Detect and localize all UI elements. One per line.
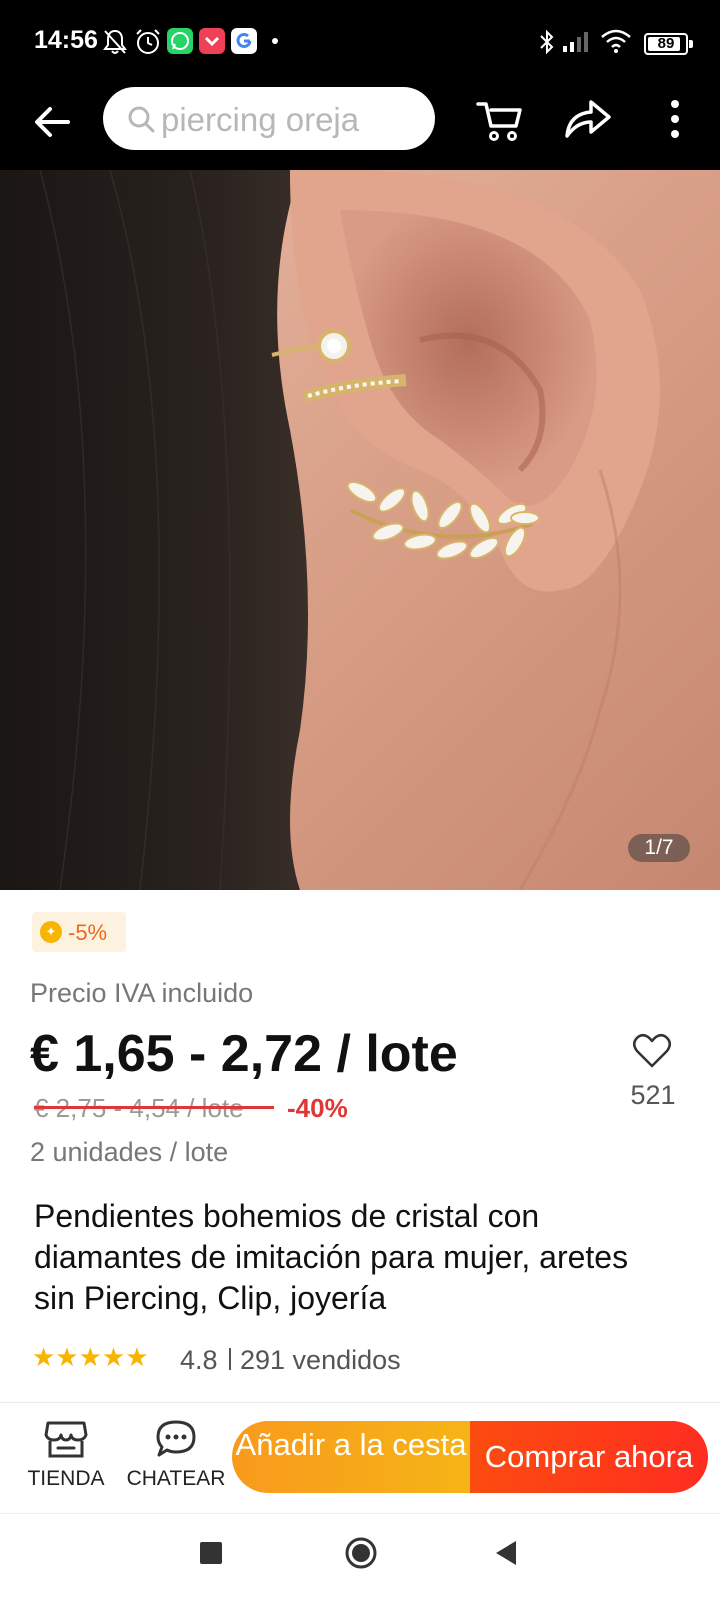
- heart-icon: [633, 1033, 671, 1068]
- signal-icon: [563, 32, 588, 52]
- chat-label: CHATEAR: [126, 1467, 226, 1490]
- home-icon[interactable]: [344, 1536, 378, 1570]
- dot-icon: [272, 38, 278, 44]
- battery-tip: [689, 40, 693, 48]
- store-button[interactable]: TIENDA: [18, 1419, 114, 1499]
- share-icon[interactable]: [563, 94, 613, 142]
- wishlist-button[interactable]: 521: [622, 1028, 682, 1116]
- buy-now-button[interactable]: Comprar ahora: [470, 1421, 708, 1493]
- rating-separator: [229, 1348, 231, 1370]
- wifi-icon: [601, 29, 631, 53]
- sold-count: 291 vendidos: [240, 1345, 401, 1375]
- battery-level: 89: [657, 35, 675, 52]
- recents-icon[interactable]: [200, 1542, 222, 1564]
- add-to-cart-button[interactable]: Añadir a la cesta: [232, 1421, 470, 1493]
- whatsapp-icon: [167, 28, 193, 54]
- store-icon: [44, 1421, 88, 1458]
- chat-icon: [156, 1420, 196, 1457]
- system-back-icon[interactable]: [494, 1539, 518, 1567]
- alarm-icon: [136, 29, 160, 54]
- cart-icon[interactable]: [476, 96, 524, 144]
- buy-now-label: Comprar ahora: [484, 1439, 694, 1474]
- image-counter: 1/7: [628, 834, 690, 862]
- search-bar[interactable]: piercing oreja: [103, 87, 435, 150]
- back-arrow-icon[interactable]: [28, 98, 76, 146]
- battery-icon: 89: [644, 33, 688, 55]
- top-bar: piercing oreja: [0, 84, 720, 170]
- more-vertical-icon[interactable]: [660, 94, 690, 144]
- status-bar: 14:56 89: [0, 0, 720, 84]
- wishlist-count: 521: [630, 1080, 676, 1110]
- pocket-icon: [199, 28, 225, 54]
- action-bar: TIENDA CHATEAR Añadir a la cesta Comprar…: [0, 1403, 720, 1513]
- price-discount: -40%: [287, 1093, 348, 1123]
- coin-icon: [40, 921, 62, 943]
- search-query[interactable]: piercing oreja: [161, 101, 359, 139]
- add-to-cart-label: Añadir a la cesta: [235, 1427, 467, 1462]
- google-icon: [231, 28, 257, 54]
- bluetooth-icon: [540, 29, 554, 55]
- store-label: TIENDA: [27, 1467, 105, 1490]
- discount-badge-text: -5%: [68, 920, 108, 945]
- product-photo: [0, 170, 720, 890]
- mute-icon: [103, 29, 127, 54]
- rating-value: 4.8: [180, 1345, 218, 1375]
- product-title: Pendientes bohemios de cristal con diama…: [34, 1198, 629, 1316]
- search-icon: [128, 106, 155, 133]
- star-rating-icon: ★★★★★: [32, 1342, 149, 1372]
- system-nav-bar: [0, 1513, 720, 1600]
- chat-button[interactable]: CHATEAR: [120, 1419, 232, 1499]
- product-screen: 14:56 89 piercing oreja 1/7 ✦ -5% Precio…: [0, 0, 720, 1600]
- discount-badge: -5%: [32, 912, 126, 952]
- old-price-strikethrough: [34, 1106, 274, 1109]
- unit-note: 2 unidades / lote: [30, 1137, 229, 1167]
- price: € 1,65 - 2,72 / lote: [30, 1025, 458, 1083]
- status-time: 14:56: [34, 26, 98, 54]
- product-image[interactable]: 1/7: [0, 170, 720, 890]
- vat-note: Precio IVA incluido: [30, 978, 254, 1008]
